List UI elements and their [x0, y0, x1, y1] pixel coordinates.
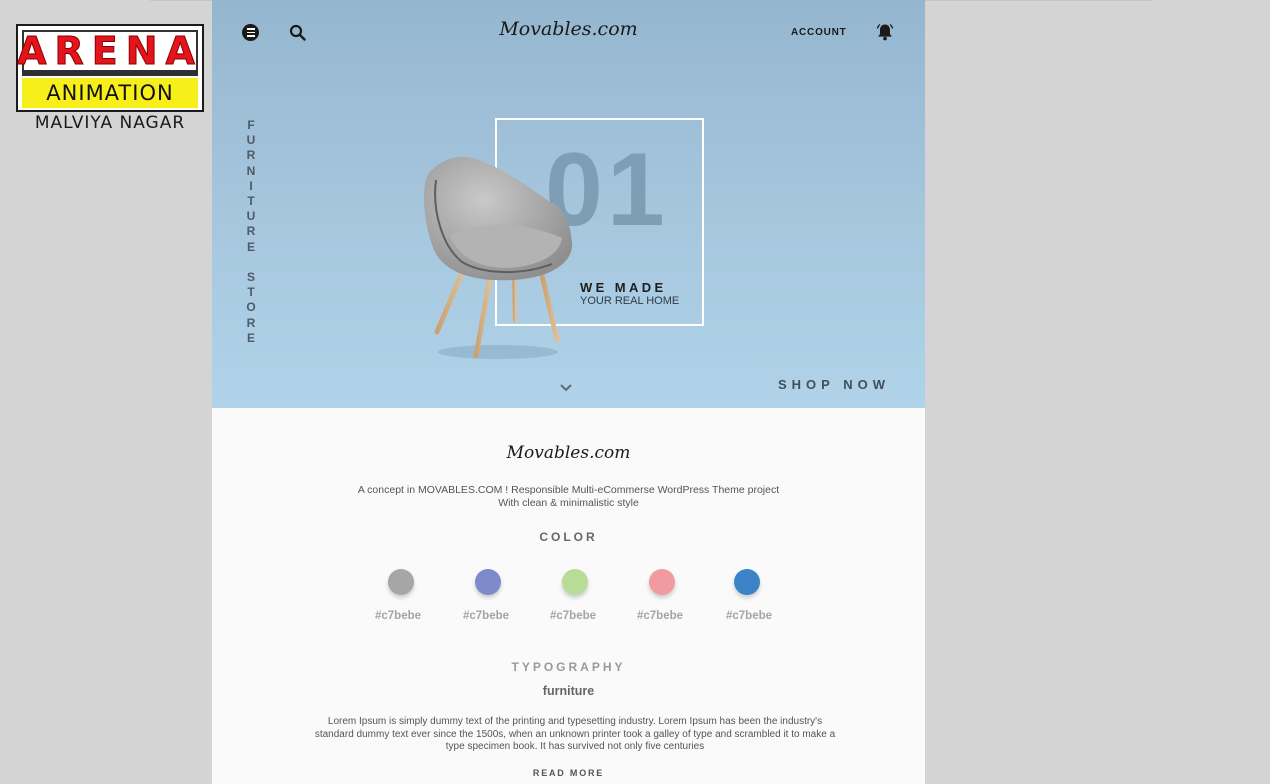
color-swatch-label: #c7bebe [725, 610, 773, 622]
color-swatch-pink[interactable] [649, 569, 675, 595]
read-more-link[interactable]: READ MORE [212, 768, 925, 778]
color-swatch-label: #c7bebe [549, 610, 597, 622]
hero-subline: YOUR REAL HOME [580, 295, 680, 307]
typography-lorem-text: Lorem Ipsum is simply dummy text of the … [314, 716, 836, 753]
vertical-text-letter: R [246, 148, 256, 163]
color-swatch-green[interactable] [562, 569, 588, 595]
vertical-text-letter: I [249, 178, 253, 193]
logo-line3: MALVIYA NAGAR [34, 113, 186, 133]
vertical-text-letter: O [246, 300, 256, 315]
vertical-text-letter: U [246, 209, 256, 224]
vertical-text-letter: N [246, 163, 256, 178]
chair-image [423, 156, 573, 359]
logo-box: ARENA ANIMATION [16, 24, 204, 112]
hero-section: Movables.com ACCOUNT FURNITURE STORE 01 [212, 0, 925, 408]
color-swatch-blue[interactable] [734, 569, 760, 595]
logo-top-panel: ARENA [17, 29, 198, 74]
vertical-text-letter: R [246, 315, 256, 330]
hero-headline: WE MADE [580, 280, 667, 295]
chevron-down-icon[interactable] [559, 383, 573, 393]
color-swatch-label: #c7bebe [462, 610, 510, 622]
vertical-text-letter [249, 255, 252, 270]
bell-icon[interactable] [875, 22, 895, 42]
color-swatch-purple[interactable] [475, 569, 501, 595]
color-swatch-label: #c7bebe [374, 610, 422, 622]
vertical-text-letter: F [247, 118, 255, 132]
shop-now-button[interactable]: SHOP NOW [778, 377, 890, 392]
website-mockup: Movables.com ACCOUNT FURNITURE STORE 01 [212, 0, 925, 784]
color-section-title: COLOR [539, 530, 598, 544]
intro-description-line2: With clean & minimalistic style [498, 497, 639, 509]
furniture-store-vertical-text: FURNITURE STORE [245, 118, 257, 346]
intro-description: A concept in MOVABLES.COM ! Responsible … [212, 484, 925, 510]
logo-divider [22, 70, 198, 76]
vertical-text-letter: T [247, 194, 255, 209]
intro-brand: Movables.com [506, 443, 631, 463]
logo-bottom-panel: ANIMATION [22, 78, 198, 108]
color-swatch-label: #c7bebe [636, 610, 684, 622]
vertical-text-letter: R [246, 224, 256, 239]
logo-line1: ARENA [17, 29, 203, 74]
vertical-text-letter: E [246, 330, 255, 345]
vertical-text-letter: U [246, 133, 256, 148]
color-swatch-gray[interactable] [388, 569, 414, 595]
vertical-text-letter: S [246, 270, 255, 285]
intro-description-line1: A concept in MOVABLES.COM ! Responsible … [357, 484, 780, 496]
account-link[interactable]: ACCOUNT [791, 27, 847, 38]
vertical-text-letter: T [247, 285, 255, 300]
typography-sample-word: furniture [542, 684, 595, 698]
logo-line2: ANIMATION [46, 81, 174, 105]
arena-animation-logo: ARENA ANIMATION MALVIYA NAGAR [16, 24, 204, 133]
typography-section-title: TYPOGRAPHY [511, 660, 626, 674]
vertical-text-letter: E [246, 239, 255, 254]
